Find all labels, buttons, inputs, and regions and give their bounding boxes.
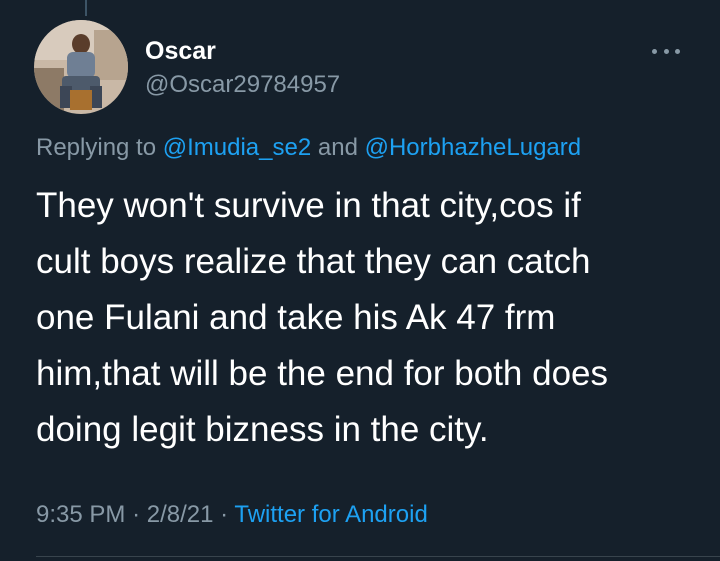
tweet-text-line: one Fulani and take his Ak 47 frm (36, 298, 556, 337)
replying-conjunction: and (317, 134, 358, 161)
tweet-card: Oscar @Oscar29784957 Replying to @Imudia… (0, 0, 720, 561)
more-dot (663, 48, 669, 54)
mention-link-imudia[interactable]: @Imudia_se2 (163, 134, 311, 161)
avatar-photo (34, 20, 128, 114)
divider (36, 556, 720, 557)
more-options-icon[interactable] (652, 46, 680, 56)
more-dot (675, 48, 680, 54)
meta-separator: · (132, 501, 141, 528)
author-display-name[interactable]: Oscar (145, 36, 340, 66)
tweet-metadata: 9:35 PM · 2/8/21 · Twitter for Android (36, 499, 428, 531)
tweet-text-line: They won't survive in that city,cos if (36, 186, 581, 225)
tweet-text-line: doing legit bizness in the city. (36, 410, 489, 449)
mention-link-horbhazhe[interactable]: @HorbhazheLugard (365, 134, 582, 161)
tweet-text-line: him,that will be the end for both does (36, 354, 609, 393)
tweet-author: Oscar @Oscar29784957 (145, 36, 340, 100)
author-handle[interactable]: @Oscar29784957 (145, 70, 340, 100)
replying-to-line: Replying to @Imudia_se2 and @HorbhazheLu… (36, 133, 581, 163)
tweet-date[interactable]: 2/8/21 (147, 501, 214, 528)
thread-connector-line (85, 0, 87, 16)
tweet-source-link[interactable]: Twitter for Android (234, 501, 427, 528)
tweet-text: They won't survive in that city,cos if c… (36, 178, 706, 458)
avatar[interactable] (34, 20, 128, 114)
tweet-text-line: cult boys realize that they can catch (36, 242, 591, 281)
meta-separator: · (220, 501, 229, 528)
more-dot (652, 48, 657, 54)
tweet-time[interactable]: 9:35 PM (36, 501, 125, 528)
replying-to-label: Replying to (36, 134, 157, 161)
